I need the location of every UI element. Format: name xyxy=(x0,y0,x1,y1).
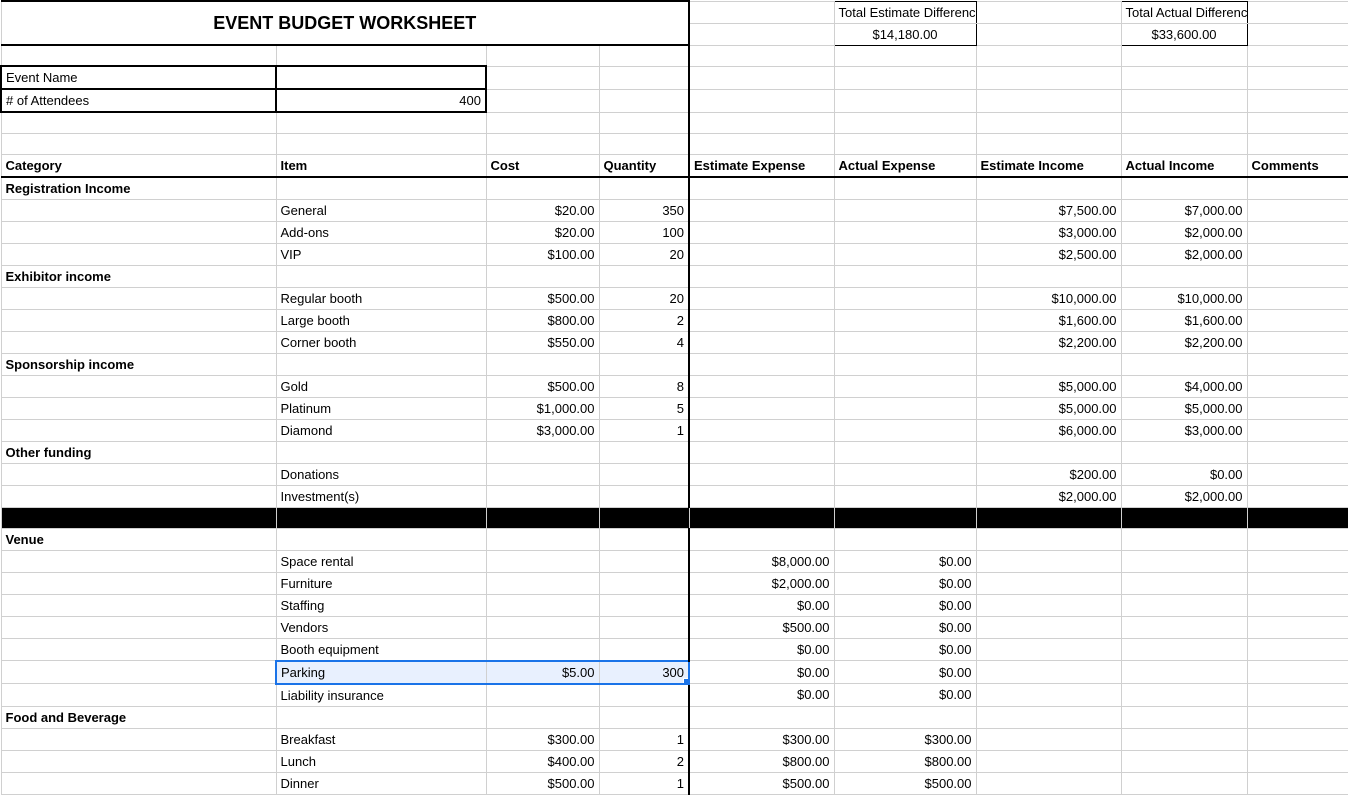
table-row: Corner booth$550.004$2,200.00$2,200.00 xyxy=(1,331,1348,353)
table-row: Diamond$3,000.001$6,000.00$3,000.00 xyxy=(1,419,1348,441)
category-label: Food and Beverage xyxy=(1,706,276,728)
section-divider xyxy=(1,507,1348,528)
category-label: Sponsorship income xyxy=(1,353,276,375)
category-label: Registration Income xyxy=(1,177,276,200)
col-est-income: Estimate Income xyxy=(976,154,1121,177)
attendees-input[interactable]: 400 xyxy=(276,89,486,112)
col-cost: Cost xyxy=(486,154,599,177)
table-row: Donations$200.00$0.00 xyxy=(1,463,1348,485)
item-cell[interactable]: Corner booth xyxy=(276,331,486,353)
worksheet-title: EVENT BUDGET WORKSHEET xyxy=(1,1,689,45)
item-cell[interactable]: Large booth xyxy=(276,309,486,331)
item-cell[interactable]: Space rental xyxy=(276,550,486,572)
table-row: Furniture$2,000.00$0.00 xyxy=(1,572,1348,594)
item-cell[interactable]: Parking xyxy=(276,661,486,684)
budget-spreadsheet[interactable]: EVENT BUDGET WORKSHEET Total Estimate Di… xyxy=(0,0,1348,795)
item-cell[interactable]: Diamond xyxy=(276,419,486,441)
item-cell[interactable]: VIP xyxy=(276,243,486,265)
table-row: Investment(s)$2,000.00$2,000.00 xyxy=(1,485,1348,507)
item-cell[interactable]: Vendors xyxy=(276,616,486,638)
col-comments: Comments xyxy=(1247,154,1348,177)
item-cell[interactable]: General xyxy=(276,199,486,221)
item-cell[interactable]: Investment(s) xyxy=(276,485,486,507)
table-row: Liability insurance$0.00$0.00 xyxy=(1,684,1348,707)
col-act-expense: Actual Expense xyxy=(834,154,976,177)
table-row: Large booth$800.002$1,600.00$1,600.00 xyxy=(1,309,1348,331)
table-row: Regular booth$500.0020$10,000.00$10,000.… xyxy=(1,287,1348,309)
category-label: Other funding xyxy=(1,441,276,463)
table-row: Gold$500.008$5,000.00$4,000.00 xyxy=(1,375,1348,397)
category-label: Exhibitor income xyxy=(1,265,276,287)
item-cell[interactable]: Furniture xyxy=(276,572,486,594)
attendees-label: # of Attendees xyxy=(1,89,276,112)
table-row: Breakfast$300.001$300.00$300.00 xyxy=(1,728,1348,750)
table-row: Booth equipment$0.00$0.00 xyxy=(1,638,1348,661)
table-row: Staffing$0.00$0.00 xyxy=(1,594,1348,616)
category-label: Venue xyxy=(1,528,276,550)
item-cell[interactable]: Lunch xyxy=(276,750,486,772)
event-name-label: Event Name xyxy=(1,66,276,89)
item-cell[interactable]: Liability insurance xyxy=(276,684,486,707)
total-actual-diff-value[interactable]: $33,600.00 xyxy=(1121,23,1247,45)
event-name-input[interactable] xyxy=(276,66,486,89)
col-quantity: Quantity xyxy=(599,154,689,177)
item-cell[interactable]: Staffing xyxy=(276,594,486,616)
table-row: Add-ons$20.00100$3,000.00$2,000.00 xyxy=(1,221,1348,243)
item-cell[interactable]: Donations xyxy=(276,463,486,485)
table-row: Vendors$500.00$0.00 xyxy=(1,616,1348,638)
table-row: VIP$100.0020$2,500.00$2,000.00 xyxy=(1,243,1348,265)
col-act-income: Actual Income xyxy=(1121,154,1247,177)
col-category: Category xyxy=(1,154,276,177)
item-cell[interactable]: Platinum xyxy=(276,397,486,419)
table-row: Lunch$400.002$800.00$800.00 xyxy=(1,750,1348,772)
item-cell[interactable]: Booth equipment xyxy=(276,638,486,661)
item-cell[interactable]: Gold xyxy=(276,375,486,397)
table-row-selected: Parking $5.00 300 $0.00 $0.00 xyxy=(1,661,1348,684)
item-cell[interactable]: Regular booth xyxy=(276,287,486,309)
total-estimate-diff-value[interactable]: $14,180.00 xyxy=(834,23,976,45)
table-row: Dinner$500.001$500.00$500.00 xyxy=(1,772,1348,794)
table-row: Space rental$8,000.00$0.00 xyxy=(1,550,1348,572)
total-actual-diff-label: Total Actual Difference xyxy=(1121,1,1247,23)
table-row: Platinum$1,000.005$5,000.00$5,000.00 xyxy=(1,397,1348,419)
col-est-expense: Estimate Expense xyxy=(689,154,834,177)
item-cell[interactable]: Add-ons xyxy=(276,221,486,243)
item-cell[interactable]: Dinner xyxy=(276,772,486,794)
item-cell[interactable]: Breakfast xyxy=(276,728,486,750)
total-estimate-diff-label: Total Estimate Difference xyxy=(834,1,976,23)
table-row: General$20.00350$7,500.00$7,000.00 xyxy=(1,199,1348,221)
col-item: Item xyxy=(276,154,486,177)
